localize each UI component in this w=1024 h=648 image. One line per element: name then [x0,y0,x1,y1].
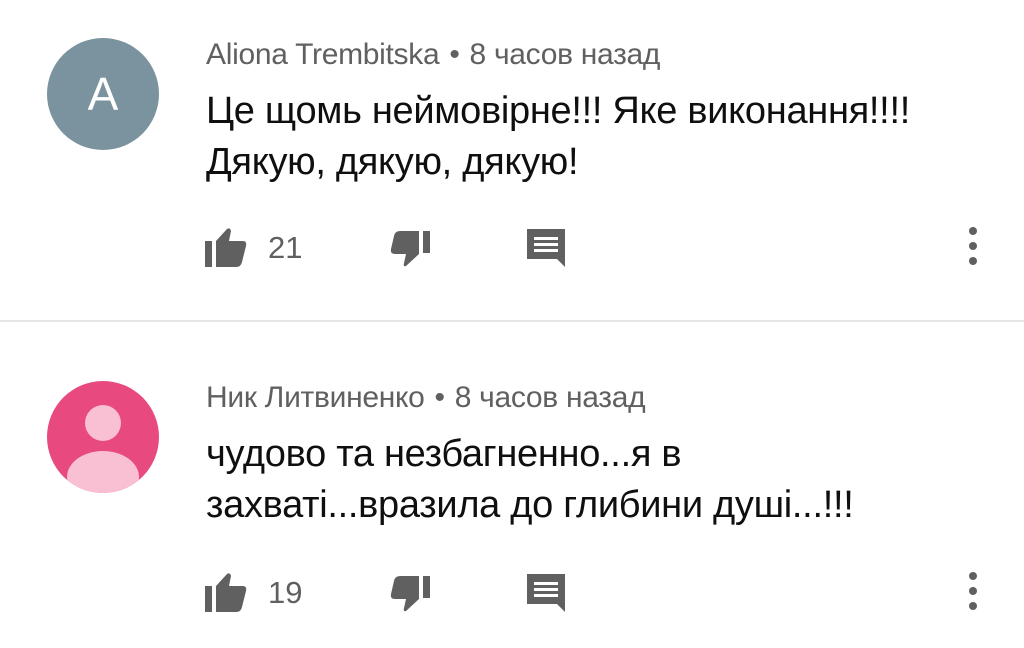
reply-button[interactable] [524,570,570,614]
like-button[interactable] [203,225,249,269]
avatar[interactable]: A [47,38,159,150]
reply-button[interactable] [524,225,570,269]
comment-text: чудово та незбагненно...я в захваті...вр… [206,429,996,531]
comment-actions: 19 [0,562,1024,622]
comment-text: Це щомь неймовірне!!! Яке виконання!!!! … [206,86,996,188]
author-name[interactable]: Ник Литвиненко [206,381,425,414]
reply-icon [527,229,565,267]
avatar[interactable] [47,381,159,493]
comment-time[interactable]: 8 часов назад [470,38,661,71]
comment-text-line: Дякую, дякую, дякую! [206,141,579,183]
like-count: 21 [268,230,303,265]
more-options-button[interactable] [950,570,996,614]
thumbs-down-icon [390,231,430,267]
dislike-button[interactable] [386,570,432,614]
meta-separator: • [434,381,446,414]
comment-time[interactable]: 8 часов назад [455,381,646,414]
comment-actions: 21 [0,217,1024,277]
thumbs-up-icon [205,228,247,267]
thumbs-up-icon [205,573,247,612]
comment-text-line: захваті...вразила до глибини душі...!!! [206,484,854,526]
thumbs-down-icon [390,576,430,612]
comment-item: Ник Литвиненко • 8 часов назад чудово та н… [0,322,1024,648]
comment-item: A Aliona Trembitska • 8 часов назад Це щом… [0,0,1024,320]
more-options-button[interactable] [950,225,996,269]
meta-separator: • [449,38,460,71]
avatar-letter: A [87,68,119,120]
comment-text-line: чудово та незбагненно...я в [206,433,682,475]
dislike-button[interactable] [386,225,432,269]
like-button[interactable] [203,570,249,614]
comment-meta: Aliona Trembitska • 8 часов назад [206,38,660,72]
reply-icon [527,574,565,612]
more-vertical-icon [969,227,977,265]
comment-meta: Ник Литвиненко • 8 часов назад [206,381,646,415]
like-count: 19 [268,575,303,610]
more-vertical-icon [969,572,977,610]
person-icon [67,405,139,493]
author-name[interactable]: Aliona Trembitska [206,38,440,71]
comment-text-line: Це щомь неймовірне!!! Яке виконання!!!! [206,90,910,132]
